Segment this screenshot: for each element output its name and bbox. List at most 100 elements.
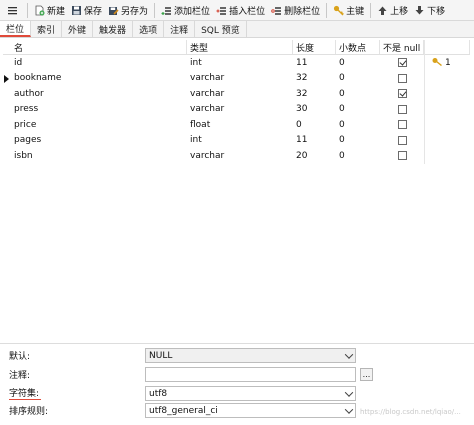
charset-select[interactable]: utf8 <box>145 386 356 401</box>
field-length[interactable]: 32 <box>293 89 336 99</box>
table-row[interactable]: press varchar 30 0 <box>3 102 470 118</box>
save-button[interactable]: 保存 <box>68 1 105 20</box>
field-type[interactable]: varchar <box>187 73 293 83</box>
primary-key-label: 主键 <box>346 6 365 17</box>
arrow-up-icon <box>377 5 388 16</box>
table-row[interactable]: isbn varchar 20 0 <box>3 148 470 164</box>
default-select[interactable]: NULL <box>145 348 356 363</box>
charset-value: utf8 <box>149 388 168 399</box>
field-name[interactable]: bookname <box>11 73 187 83</box>
field-name[interactable]: isbn <box>11 151 187 161</box>
comment-input[interactable] <box>145 367 356 382</box>
tab-fields[interactable]: 栏位 <box>0 21 32 37</box>
field-decimals[interactable]: 0 <box>336 151 380 161</box>
field-length[interactable]: 0 <box>293 120 336 130</box>
insert-field-icon <box>216 5 227 16</box>
tab-triggers[interactable]: 触发器 <box>93 21 134 37</box>
field-decimals[interactable]: 0 <box>336 89 380 99</box>
field-name[interactable]: author <box>11 89 187 99</box>
header-key <box>424 40 470 54</box>
key-order: 1 <box>445 57 451 68</box>
tab-comment[interactable]: 注释 <box>164 21 196 37</box>
header-name[interactable]: 名 <box>11 40 187 54</box>
not-null-checkbox[interactable] <box>397 135 407 145</box>
delete-field-button[interactable]: 删除栏位 <box>268 1 323 20</box>
charset-underline <box>9 399 41 400</box>
chevron-down-icon[interactable] <box>342 387 355 400</box>
row-indicator <box>3 133 11 149</box>
primary-key-cell[interactable]: 1 <box>424 57 470 69</box>
save-as-button[interactable]: 另存为 <box>105 1 151 20</box>
tab-options[interactable]: 选项 <box>133 21 165 37</box>
save-label: 保存 <box>84 6 103 17</box>
field-decimals[interactable]: 0 <box>336 120 380 130</box>
field-decimals[interactable]: 0 <box>336 135 380 145</box>
current-row-arrow-icon <box>4 74 9 83</box>
new-label: 新建 <box>47 6 66 17</box>
not-null-checkbox[interactable] <box>397 89 407 99</box>
save-icon <box>71 5 82 16</box>
fields-grid: 名 类型 长度 小数点 不是 null id int 11 0 1 bookna… <box>3 40 470 164</box>
primary-key-button[interactable]: 主键 <box>330 1 367 20</box>
table-row[interactable]: id int 11 0 1 <box>3 55 470 71</box>
tab-sql-preview[interactable]: SQL 预览 <box>195 21 247 37</box>
field-length[interactable]: 11 <box>293 58 336 68</box>
tab-foreign-keys[interactable]: 外键 <box>62 21 94 37</box>
field-name[interactable]: pages <box>11 135 187 145</box>
field-decimals[interactable]: 0 <box>336 104 380 114</box>
insert-field-button[interactable]: 插入栏位 <box>213 1 268 20</box>
field-decimals[interactable]: 0 <box>336 73 380 83</box>
comment-edit-button[interactable]: ... <box>360 368 373 381</box>
header-not-null[interactable]: 不是 null <box>380 40 424 54</box>
hamburger-icon <box>7 5 18 16</box>
field-length[interactable]: 32 <box>293 73 336 83</box>
toolbar-separator <box>154 2 156 18</box>
new-button[interactable]: 新建 <box>31 1 68 20</box>
not-null-checkbox[interactable] <box>397 104 407 114</box>
field-length[interactable]: 30 <box>293 104 336 114</box>
field-type[interactable]: int <box>187 135 293 145</box>
save-as-icon <box>108 5 119 16</box>
row-indicator <box>3 117 11 133</box>
delete-field-label: 删除栏位 <box>284 6 321 17</box>
collation-label: 排序规则: <box>9 407 49 417</box>
row-indicator <box>3 86 11 102</box>
move-up-button[interactable]: 上移 <box>374 1 411 20</box>
tab-bar: 栏位 索引 外键 触发器 选项 注释 SQL 预览 <box>0 21 474 38</box>
field-type[interactable]: varchar <box>187 151 293 161</box>
field-type[interactable]: float <box>187 120 293 130</box>
add-field-button[interactable]: 添加栏位 <box>158 1 213 20</box>
field-name[interactable]: price <box>11 120 187 130</box>
table-row[interactable]: price float 0 0 <box>3 117 470 133</box>
table-row[interactable]: bookname varchar 32 0 <box>3 71 470 87</box>
not-null-checkbox[interactable] <box>397 58 407 68</box>
header-type[interactable]: 类型 <box>187 40 293 54</box>
default-label: 默认: <box>9 352 31 362</box>
grid-column-divider <box>424 40 425 164</box>
field-length[interactable]: 11 <box>293 135 336 145</box>
field-type[interactable]: varchar <box>187 89 293 99</box>
collation-value: utf8_general_ci <box>149 405 218 416</box>
watermark: https://blog.csdn.net/lqiao/... <box>360 408 461 416</box>
field-name[interactable]: press <box>11 104 187 114</box>
not-null-checkbox[interactable] <box>397 120 407 130</box>
grid-header: 名 类型 长度 小数点 不是 null <box>3 40 470 55</box>
chevron-down-icon[interactable] <box>342 349 355 362</box>
default-value: NULL <box>149 350 173 361</box>
field-decimals[interactable]: 0 <box>336 58 380 68</box>
not-null-checkbox[interactable] <box>397 151 407 161</box>
header-decimals[interactable]: 小数点 <box>336 40 380 54</box>
chevron-down-icon[interactable] <box>342 404 355 417</box>
field-length[interactable]: 20 <box>293 151 336 161</box>
collation-select[interactable]: utf8_general_ci <box>145 403 356 418</box>
field-name[interactable]: id <box>11 58 187 68</box>
header-length[interactable]: 长度 <box>293 40 336 54</box>
table-row[interactable]: pages int 11 0 <box>3 133 470 149</box>
table-row[interactable]: author varchar 32 0 <box>3 86 470 102</box>
tab-indexes[interactable]: 索引 <box>31 21 63 37</box>
field-type[interactable]: varchar <box>187 104 293 114</box>
field-type[interactable]: int <box>187 58 293 68</box>
not-null-checkbox[interactable] <box>397 73 407 83</box>
move-down-button[interactable]: 下移 <box>411 1 448 20</box>
menu-button[interactable] <box>0 1 24 20</box>
